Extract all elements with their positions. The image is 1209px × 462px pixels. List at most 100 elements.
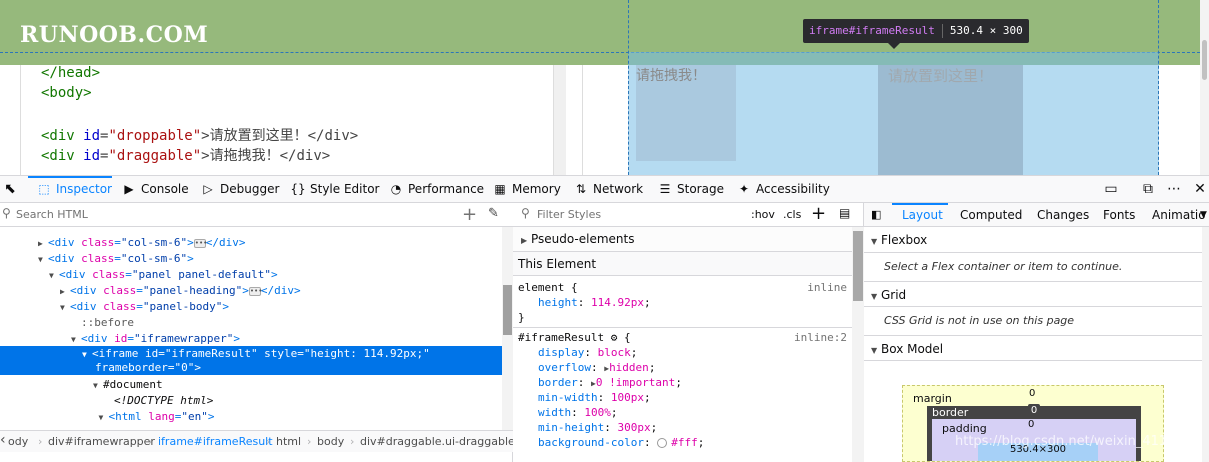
sidebar-tab-animatio[interactable]: Animatio: [1152, 203, 1206, 227]
print-simulation-icon[interactable]: ▤: [839, 206, 850, 220]
tab-accessibility[interactable]: ✦ Accessibility: [736, 176, 830, 203]
close-icon[interactable]: ✕: [1190, 176, 1209, 203]
flexbox-section-header[interactable]: ▼ Flexbox: [864, 227, 1202, 253]
site-logo[interactable]: RUNOOB.COM: [20, 22, 208, 48]
layout-scrollbar[interactable]: [1202, 227, 1209, 462]
declaration[interactable]: min-height: 300px;: [538, 421, 657, 434]
color-swatch[interactable]: [657, 438, 668, 448]
html-panel: ⚲ Search HTML + ✎ ▶ <div class="col-sm-6"…: [0, 203, 513, 462]
rules-scrollbar-thumb[interactable]: [853, 231, 863, 301]
sidebar-tab-changes[interactable]: Changes: [1037, 203, 1089, 227]
expand-twisty-icon[interactable]: ▶: [38, 236, 48, 252]
box-model-diagram: margin 0 border 0 padding 0 530.4×300: [902, 385, 1164, 462]
breadcrumb-item[interactable]: div#iframewrapper: [48, 435, 155, 448]
toggle-sidebar-icon[interactable]: ◧: [871, 203, 881, 227]
page-scrollbar[interactable]: [1200, 0, 1209, 175]
markup-tree[interactable]: ▶ <div class="col-sm-6">•••</div> ▼ <div cl…: [0, 227, 502, 430]
draggable-box[interactable]: 请拖拽我！: [636, 65, 736, 161]
tab-memory[interactable]: ▦ Memory: [492, 176, 560, 203]
element-picker-icon[interactable]: ⬉: [0, 176, 20, 203]
border-top-value[interactable]: 0: [1028, 404, 1040, 417]
markup-tree-scrollbar[interactable]: [502, 227, 513, 430]
tab-storage[interactable]: ☰ Storage: [657, 176, 724, 203]
markup-node[interactable]: ▼ <div class="col-sm-6">: [0, 251, 502, 267]
semicolon: ;: [630, 346, 638, 359]
markup-node[interactable]: ▼ <div id="iframewrapper">: [0, 331, 502, 347]
declaration[interactable]: background-color: #fff;: [538, 436, 704, 449]
padding-top-value[interactable]: 0: [1028, 419, 1034, 430]
markup-node[interactable]: ▼ <div class="panel panel-default">: [0, 267, 502, 283]
draggable-text: 请拖拽我！: [636, 68, 706, 84]
rule-source[interactable]: inline:2: [794, 331, 847, 344]
tab-inspector[interactable]: ⬚ Inspector: [36, 176, 112, 203]
collapsed-children-icon[interactable]: •••: [193, 238, 207, 248]
more-options-icon[interactable]: ⋯: [1164, 176, 1184, 203]
markup-node[interactable]: ▶ <div class="col-sm-6">•••</div>: [0, 235, 502, 251]
declaration[interactable]: border: ▶0 !important;: [538, 376, 682, 389]
cls-toggle[interactable]: .cls: [783, 208, 801, 221]
selector-highlight-icon[interactable]: ⚙: [604, 331, 618, 344]
markup-node[interactable]: ::before: [0, 315, 502, 331]
grid-section-header[interactable]: ▼ Grid: [864, 281, 1202, 307]
tab-debugger[interactable]: ▷ Debugger: [200, 176, 279, 203]
sidebar-tab-layout[interactable]: Layout: [902, 203, 943, 227]
expand-twisty-icon[interactable]: ▼: [60, 300, 70, 316]
declaration[interactable]: display: block;: [538, 346, 637, 359]
rules-scrollbar[interactable]: [852, 227, 864, 462]
markup-node[interactable]: ▶ <div class="panel-heading">•••</div>: [0, 283, 502, 299]
markup-node-selected[interactable]: ▼ <iframe id="iframeResult" style="height…: [0, 346, 502, 375]
tab-performance[interactable]: ◔ Performance: [388, 176, 484, 203]
rule-source[interactable]: inline: [807, 281, 847, 294]
tag-end: >: [222, 300, 229, 313]
markup-tree-scrollbar-thumb[interactable]: [503, 285, 512, 335]
tag-open: <div: [59, 268, 93, 281]
node-text: <iframe id="iframeResult" style="height:…: [92, 347, 430, 360]
eyedropper-icon[interactable]: ✎: [488, 206, 499, 221]
collapsed-children-icon[interactable]: •••: [248, 286, 263, 296]
markup-node[interactable]: ▼ <div class="panel-body">: [0, 299, 502, 315]
colon: :: [571, 406, 585, 419]
markup-node[interactable]: ▼ <html lang="en">: [0, 409, 502, 425]
filter-styles-input[interactable]: Filter Styles: [537, 208, 601, 221]
breadcrumb-item[interactable]: body: [317, 435, 344, 448]
tab-style-editor[interactable]: {} Style Editor: [290, 176, 379, 203]
sidebar-tab-computed[interactable]: Computed: [960, 203, 1022, 227]
declaration[interactable]: overflow: ▶hidden;: [538, 361, 655, 374]
split-console-icon[interactable]: ▭: [1101, 176, 1121, 203]
breadcrumb-item[interactable]: html: [276, 435, 301, 448]
add-rule-icon[interactable]: +: [811, 203, 826, 224]
code-editor[interactable]: </head> <body> <div id="droppable">请放置到这里！…: [20, 65, 566, 175]
document-node: #document: [103, 378, 163, 391]
expand-twisty-icon[interactable]: ▼: [99, 410, 109, 426]
tab-network[interactable]: ⇅ Network: [573, 176, 643, 203]
markup-node[interactable]: ▼ #document: [0, 377, 502, 393]
rule-brace: {: [564, 281, 578, 294]
hov-toggle[interactable]: :hov: [751, 208, 775, 221]
code-editor-scrollbar[interactable]: [553, 65, 566, 175]
sidebar-tab-fonts[interactable]: Fonts: [1103, 203, 1135, 227]
page-scrollbar-thumb[interactable]: [1202, 40, 1207, 80]
expand-twisty-icon[interactable]: ▼: [93, 378, 103, 394]
markup-node[interactable]: <!DOCTYPE html>: [0, 393, 502, 409]
tag-end: >: [233, 332, 240, 345]
margin-top-value[interactable]: 0: [1029, 388, 1035, 399]
expand-twisty-icon[interactable]: ▶: [60, 284, 70, 300]
expand-twisty-icon[interactable]: ▼: [49, 268, 59, 284]
declaration[interactable]: min-width: 100px;: [538, 391, 651, 404]
breadcrumb-back-icon[interactable]: ‹: [0, 432, 6, 448]
breadcrumb-item[interactable]: ody: [8, 435, 28, 448]
tab-console[interactable]: ▶ Console: [121, 176, 188, 203]
box-model-section-header[interactable]: ▼ Box Model: [864, 335, 1202, 361]
expand-twisty-icon[interactable]: ▼: [38, 252, 48, 268]
attr-eq: =: [127, 332, 134, 345]
breadcrumb-item[interactable]: iframe#iframeResult: [158, 435, 273, 448]
code-token: <div: [41, 128, 84, 144]
tab-label: Network: [593, 182, 644, 196]
declaration[interactable]: width: 100%;: [538, 406, 618, 419]
add-node-icon[interactable]: +: [462, 204, 477, 225]
pseudo-elements-toggle[interactable]: ▶ Pseudo-elements: [513, 227, 853, 252]
html-search-input[interactable]: Search HTML: [16, 208, 88, 221]
dock-icon[interactable]: ⧉: [1138, 176, 1158, 203]
declaration[interactable]: height: 114.92px;: [538, 296, 651, 309]
breadcrumb-item[interactable]: div#draggable.ui-draggable: [360, 435, 513, 448]
